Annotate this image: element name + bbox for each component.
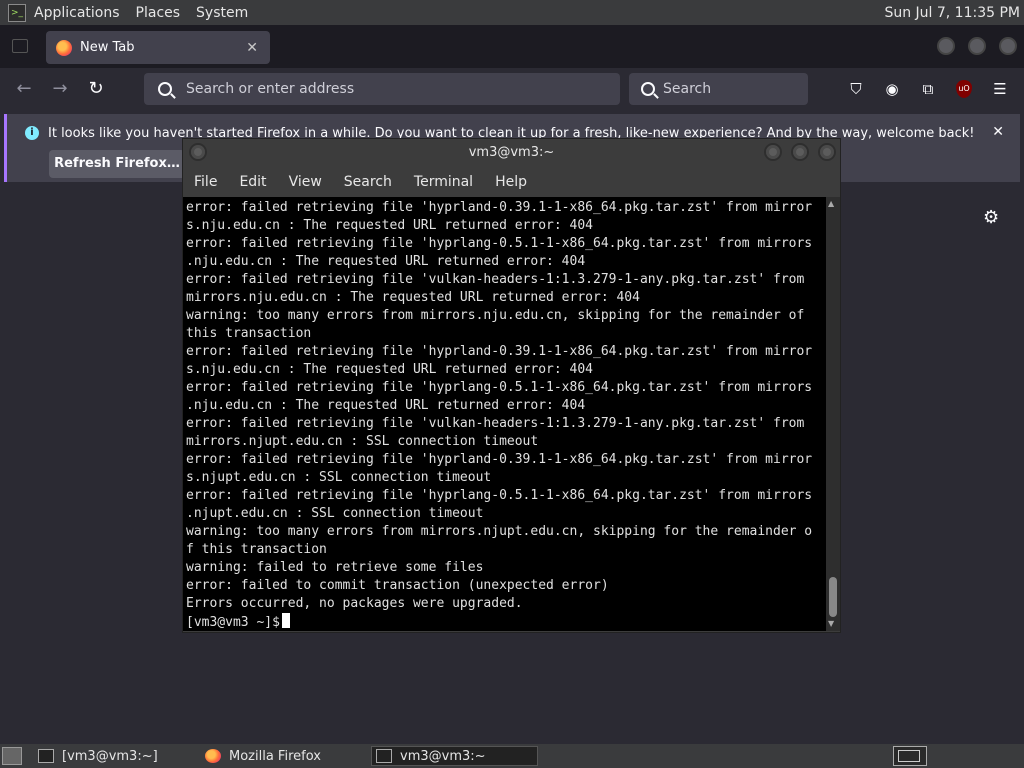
menu-terminal[interactable]: Terminal xyxy=(403,174,484,190)
taskbar-item-label: Mozilla Firefox xyxy=(229,748,321,764)
terminal-icon xyxy=(376,749,392,763)
terminal-line: warning: too many errors from mirrors.nj… xyxy=(186,308,805,323)
refresh-firefox-button[interactable]: Refresh Firefox… xyxy=(49,150,185,178)
taskbar-item-label: vm3@vm3:~ xyxy=(400,748,486,764)
search-bar[interactable]: Search xyxy=(629,73,808,105)
terminal-line: error: failed retrieving file 'hyprlang-… xyxy=(186,488,813,503)
terminal-line: warning: too many errors from mirrors.nj… xyxy=(186,524,813,539)
terminal-line: f this transaction xyxy=(186,542,327,557)
firefox-navbar: ← → ↻ Search or enter address Search ⛉ ◉… xyxy=(0,68,1024,110)
terminal-line: mirrors.njupt.edu.cn : SSL connection ti… xyxy=(186,434,539,449)
terminal-output[interactable]: error: failed retrieving file 'hyprland-… xyxy=(183,197,826,631)
terminal-launcher-icon[interactable]: >_ xyxy=(8,3,26,22)
terminal-lines: error: failed retrieving file 'hyprland-… xyxy=(186,199,824,613)
shell-prompt: [vm3@vm3 ~]$ xyxy=(186,615,280,630)
address-bar[interactable]: Search or enter address xyxy=(144,73,620,105)
back-arrow-icon[interactable]: ← xyxy=(12,77,36,101)
terminal-line: error: failed retrieving file 'hyprlang-… xyxy=(186,236,813,251)
workspace-1[interactable] xyxy=(898,750,920,762)
taskbar-item-terminal-active[interactable]: vm3@vm3:~ xyxy=(371,746,538,766)
firefox-logo-icon xyxy=(56,39,72,56)
forward-arrow-icon[interactable]: → xyxy=(48,77,72,101)
terminal-line: .nju.edu.cn : The requested URL returned… xyxy=(186,398,586,413)
clock[interactable]: Sun Jul 7, 11:35 PM xyxy=(884,5,1020,21)
maximize-window-button[interactable] xyxy=(968,37,986,55)
terminal-line: error: failed retrieving file 'hyprland-… xyxy=(186,452,813,467)
text-cursor xyxy=(281,613,290,628)
menu-file[interactable]: File xyxy=(183,174,228,190)
tab-title: New Tab xyxy=(80,40,135,55)
terminal-window: vm3@vm3:~ File Edit View Search Terminal… xyxy=(182,138,841,633)
hamburger-menu-icon[interactable]: ☰ xyxy=(990,79,1010,99)
tab-list-icon[interactable] xyxy=(12,39,28,53)
terminal-line: .nju.edu.cn : The requested URL returned… xyxy=(186,254,586,269)
close-window-button[interactable] xyxy=(999,37,1017,55)
firefox-tabstrip: New Tab ✕ xyxy=(0,25,1024,68)
terminal-line: mirrors.nju.edu.cn : The requested URL r… xyxy=(186,290,640,305)
terminal-line: warning: failed to retrieve some files xyxy=(186,560,484,575)
terminal-line: error: failed retrieving file 'hyprlang-… xyxy=(186,380,813,395)
scroll-up-icon[interactable]: ▲ xyxy=(828,199,834,208)
tab-new-tab[interactable]: New Tab ✕ xyxy=(46,31,270,64)
terminal-icon xyxy=(38,749,54,763)
menu-view[interactable]: View xyxy=(278,174,333,190)
terminal-title: vm3@vm3:~ xyxy=(468,145,555,160)
scroll-down-icon[interactable]: ▼ xyxy=(828,619,834,628)
workspace-switcher[interactable] xyxy=(893,746,927,766)
reload-icon[interactable]: ↻ xyxy=(84,77,108,101)
terminal-titlebar[interactable]: vm3@vm3:~ xyxy=(183,139,840,167)
search-placeholder: Search xyxy=(663,81,712,97)
search-icon xyxy=(641,82,655,96)
terminal-line: error: failed to commit transaction (une… xyxy=(186,578,609,593)
window-menu-button[interactable] xyxy=(189,143,207,161)
bottom-taskbar: [vm3@vm3:~] Mozilla Firefox vm3@vm3:~ xyxy=(0,744,1024,768)
terminal-maximize-button[interactable] xyxy=(791,143,809,161)
menu-applications[interactable]: Applications xyxy=(26,5,128,21)
terminal-line: this transaction xyxy=(186,326,312,341)
extensions-puzzle-icon[interactable]: ⧉ xyxy=(918,79,938,99)
terminal-line: s.nju.edu.cn : The requested URL returne… xyxy=(186,218,593,233)
terminal-line: error: failed retrieving file 'hyprland-… xyxy=(186,344,813,359)
search-icon xyxy=(158,82,172,96)
terminal-prompt-line: [vm3@vm3 ~]$ xyxy=(186,613,824,631)
terminal-line: s.njupt.edu.cn : SSL connection timeout xyxy=(186,470,492,485)
ublock-origin-icon[interactable]: uO xyxy=(956,80,972,98)
menu-help[interactable]: Help xyxy=(484,174,538,190)
menu-places[interactable]: Places xyxy=(128,5,189,21)
address-placeholder: Search or enter address xyxy=(186,81,355,97)
menu-search[interactable]: Search xyxy=(333,174,403,190)
gear-icon[interactable]: ⚙ xyxy=(983,207,999,228)
firefox-logo-icon xyxy=(205,749,221,763)
close-tab-icon[interactable]: ✕ xyxy=(246,40,258,56)
terminal-close-button[interactable] xyxy=(818,143,836,161)
minimize-window-button[interactable] xyxy=(937,37,955,55)
close-notification-icon[interactable]: ✕ xyxy=(992,124,1004,140)
info-icon: i xyxy=(25,126,39,140)
account-icon[interactable]: ◉ xyxy=(882,79,902,99)
terminal-line: error: failed retrieving file 'hyprland-… xyxy=(186,200,813,215)
top-panel: >_ Applications Places System Sun Jul 7,… xyxy=(0,0,1024,25)
terminal-minimize-button[interactable] xyxy=(764,143,782,161)
taskbar-item-terminal-minimized[interactable]: [vm3@vm3:~] xyxy=(38,746,193,766)
pocket-icon[interactable]: ⛉ xyxy=(846,79,866,99)
terminal-menubar: File Edit View Search Terminal Help xyxy=(183,167,840,197)
taskbar-item-firefox[interactable]: Mozilla Firefox xyxy=(205,746,360,766)
terminal-line: error: failed retrieving file 'vulkan-he… xyxy=(186,416,805,431)
terminal-line: Errors occurred, no packages were upgrad… xyxy=(186,596,523,611)
terminal-line: s.nju.edu.cn : The requested URL returne… xyxy=(186,362,593,377)
scrollbar-thumb[interactable] xyxy=(829,577,837,617)
menu-system[interactable]: System xyxy=(188,5,256,21)
terminal-line: error: failed retrieving file 'vulkan-he… xyxy=(186,272,805,287)
taskbar-item-label: [vm3@vm3:~] xyxy=(62,748,158,764)
menu-edit[interactable]: Edit xyxy=(228,174,277,190)
terminal-line: .njupt.edu.cn : SSL connection timeout xyxy=(186,506,484,521)
terminal-scrollbar[interactable]: ▲ ▼ xyxy=(826,197,840,631)
show-desktop-button[interactable] xyxy=(2,747,22,765)
